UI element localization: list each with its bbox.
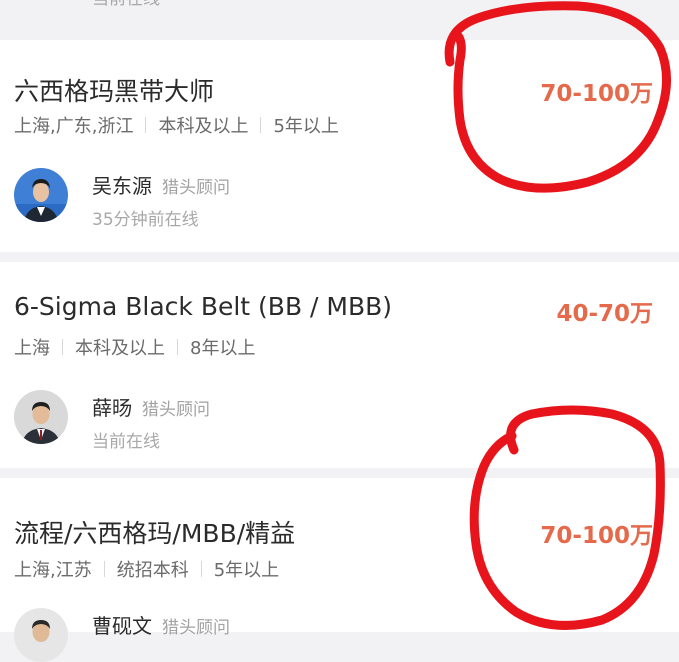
- job-title: 六西格玛黑带大师: [14, 77, 215, 106]
- job-card[interactable]: 六西格玛黑带大师 70-100万 上海,广东,浙江 本科及以上 5年以上 吴东源…: [0, 40, 679, 252]
- hunter-name-row: 薛旸 猎头顾问: [92, 392, 210, 421]
- job-experience: 8年以上: [190, 338, 256, 359]
- job-education: 本科及以上: [158, 116, 249, 137]
- job-education: 统招本科: [116, 560, 189, 581]
- job-experience: 5年以上: [213, 560, 280, 581]
- job-card[interactable]: 流程/六西格玛/MBB/精益 70-100万 上海,江苏 统招本科 5年以上 曹…: [0, 478, 679, 662]
- hunter-name: 曹砚文: [92, 614, 152, 638]
- job-experience: 5年以上: [273, 116, 339, 137]
- job-salary: 70-100万: [540, 81, 653, 107]
- tag-divider: [103, 561, 105, 577]
- job-tags: 上海,广东,浙江 本科及以上 5年以上: [14, 112, 339, 138]
- job-education: 本科及以上: [75, 338, 165, 359]
- job-salary: 70-100万: [540, 523, 653, 549]
- job-card[interactable]: 6-Sigma Black Belt (BB / MBB) 40-70万 上海 …: [0, 262, 679, 468]
- hunter-role: 猎头顾问: [162, 178, 230, 198]
- job-tags: 上海,江苏 统招本科 5年以上: [14, 556, 279, 582]
- hunter-name: 薛旸: [92, 396, 132, 420]
- hunter-status: 35分钟前在线: [92, 210, 199, 230]
- hunter-avatar[interactable]: [14, 390, 68, 444]
- hunter-name-row: 吴东源 猎头顾问: [92, 170, 230, 199]
- job-location: 上海,江苏: [14, 560, 92, 581]
- hunter-status: 当前在线: [92, 432, 160, 452]
- previous-card-status: 当前在线: [92, 0, 160, 9]
- tag-divider: [200, 561, 202, 577]
- hunter-role: 猎头顾问: [162, 618, 230, 638]
- tag-divider: [260, 117, 262, 133]
- hunter-name: 吴东源: [92, 174, 152, 198]
- job-title: 6-Sigma Black Belt (BB / MBB): [14, 292, 393, 321]
- job-salary: 40-70万: [556, 301, 653, 327]
- job-location: 上海,广东,浙江: [14, 116, 134, 137]
- job-location: 上海: [14, 338, 50, 359]
- tag-divider: [145, 117, 147, 133]
- hunter-avatar[interactable]: [14, 608, 68, 662]
- job-title: 流程/六西格玛/MBB/精益: [14, 519, 296, 548]
- hunter-role: 猎头顾问: [142, 400, 210, 420]
- job-tags: 上海 本科及以上 8年以上: [14, 334, 255, 360]
- hunter-name-row: 曹砚文 猎头顾问: [92, 610, 230, 639]
- tag-divider: [62, 339, 63, 355]
- tag-divider: [177, 339, 178, 355]
- hunter-avatar[interactable]: [14, 168, 68, 222]
